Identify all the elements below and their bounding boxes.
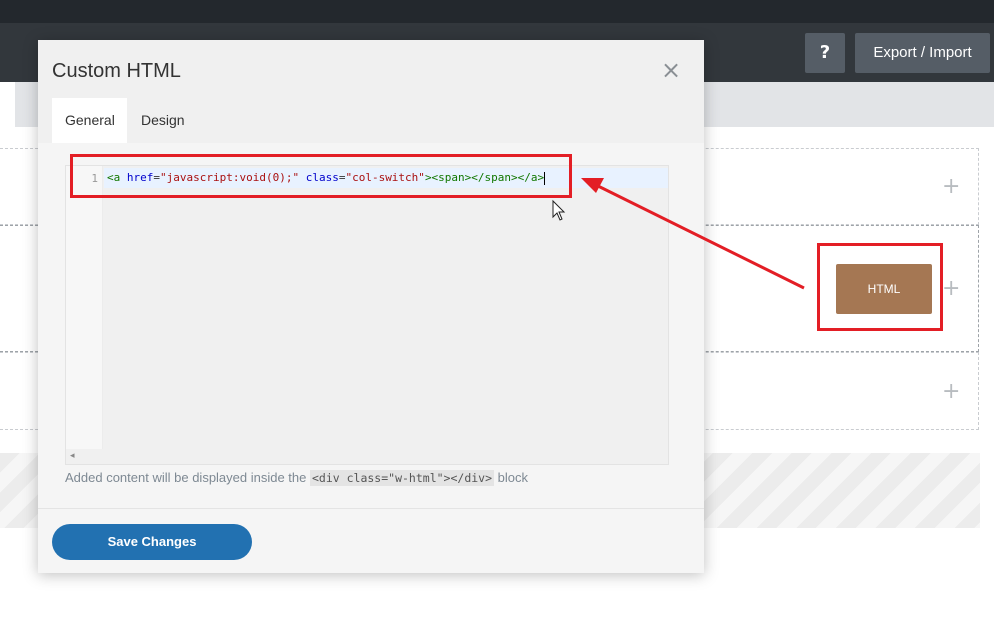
tab-general[interactable]: General <box>52 98 127 143</box>
tab-design[interactable]: Design <box>128 98 198 143</box>
add-element-icon[interactable]: + <box>942 174 960 199</box>
editor-gutter: 1 <box>66 166 103 449</box>
dialog-title: Custom HTML <box>52 60 181 82</box>
hint-code: <div class="w-html"></div> <box>310 470 495 486</box>
custom-html-dialog: Custom HTML × General Design 1 <a href="… <box>38 40 704 573</box>
dialog-header: Custom HTML × General Design <box>38 40 704 143</box>
export-import-button[interactable]: Export / Import <box>855 33 990 73</box>
highlight-box-code-line <box>70 154 572 198</box>
code-editor[interactable]: 1 <a href="javascript:void(0);" class="c… <box>65 165 669 465</box>
editor-hint: Added content will be displayed inside t… <box>65 470 528 486</box>
scroll-left-icon[interactable]: ◂ <box>70 450 75 461</box>
dialog-footer: Save Changes <box>38 508 704 573</box>
hint-text-after: block <box>494 470 528 485</box>
admin-top-bar <box>0 0 994 23</box>
hint-text-before: Added content will be displayed inside t… <box>65 470 310 485</box>
help-button[interactable]: ? <box>805 33 845 73</box>
add-element-icon[interactable]: + <box>942 276 960 301</box>
add-element-icon[interactable]: + <box>942 379 960 404</box>
close-icon[interactable]: × <box>661 56 681 84</box>
highlight-box-html-element <box>817 243 943 331</box>
save-changes-button[interactable]: Save Changes <box>52 524 252 560</box>
